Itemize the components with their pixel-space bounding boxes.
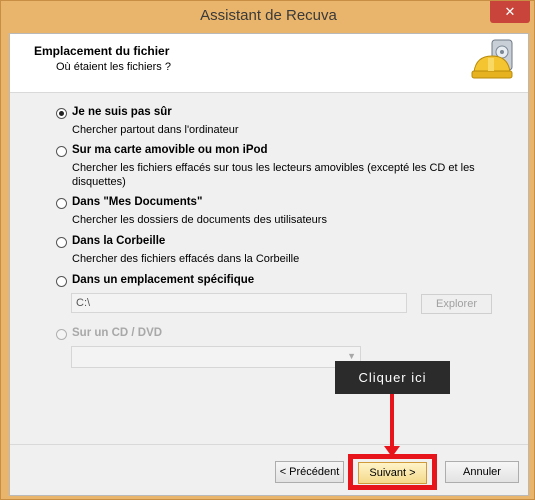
close-icon: ✕ (504, 4, 516, 19)
recuva-wizard-window: Assistant de Recuva ✕ Emplacement du fic… (0, 0, 535, 500)
arrow-head-icon (384, 446, 400, 457)
title-bar[interactable]: Assistant de Recuva ✕ (1, 1, 535, 33)
callout-arrow (384, 394, 400, 457)
window-title: Assistant de Recuva (200, 7, 337, 24)
wizard-content: Emplacement du fichier Où étaient les fi… (9, 33, 529, 496)
close-button[interactable]: ✕ (490, 1, 530, 23)
